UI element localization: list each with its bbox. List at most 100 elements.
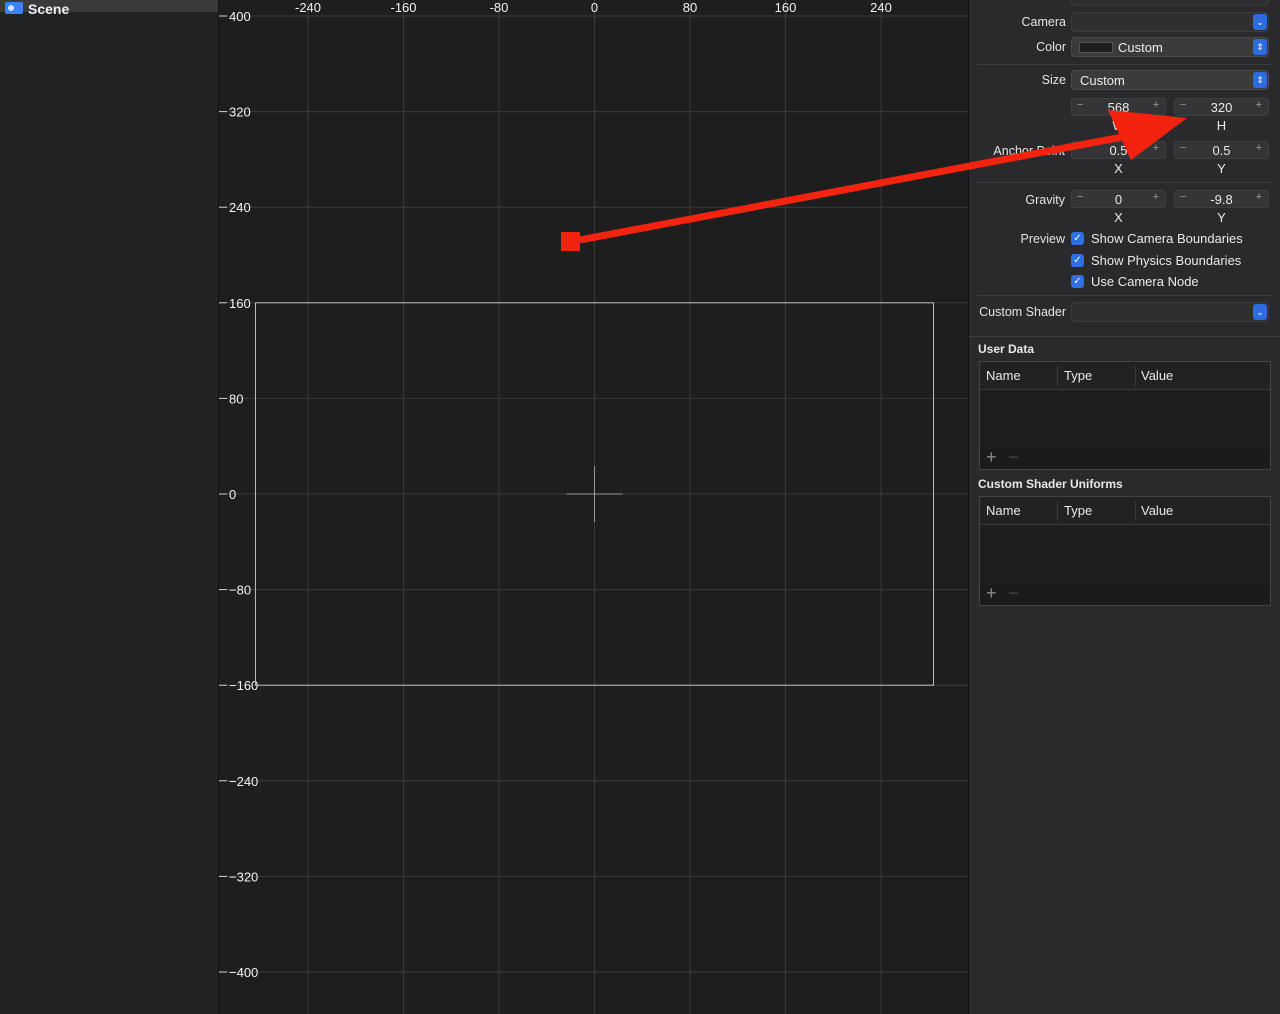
increment-button[interactable]: + [1256, 191, 1262, 203]
table-header: Name Type Value [980, 497, 1270, 525]
y-tick-label: −400 [229, 965, 258, 980]
size-row: Size Custom ⇕ [969, 70, 1280, 92]
anchor-y-stepper[interactable]: − 0.5 + [1174, 141, 1269, 159]
camera-popup[interactable]: ⌄ [1071, 12, 1269, 32]
size-height-value[interactable]: 320 [1175, 100, 1268, 115]
column-header-value[interactable]: Value [1141, 503, 1173, 518]
divider [977, 182, 1273, 183]
scene-editor-canvas[interactable]: -240 -160 -80 0 80 160 240 400 320 240 160 80 0 −80 −1… [219, 0, 968, 1014]
size-width-stepper[interactable]: − 568 + [1071, 98, 1166, 116]
column-header-type[interactable]: Type [1064, 503, 1092, 518]
project-navigator: Scene [0, 0, 219, 1014]
y-tick-label: 320 [229, 105, 251, 120]
y-tick-label: 80 [229, 391, 243, 406]
add-icon[interactable]: + [986, 583, 997, 604]
increment-button[interactable]: + [1153, 142, 1159, 154]
anchor-x-caption: X [1114, 161, 1123, 176]
table-footer: + − [980, 447, 1270, 469]
gravity-x-stepper[interactable]: − 0 + [1071, 190, 1166, 208]
camera-row: Camera ⌄ [969, 12, 1280, 34]
size-popup[interactable]: Custom ⇕ [1071, 70, 1269, 90]
column-divider [1135, 501, 1136, 521]
updown-chevron-icon: ⇕ [1253, 72, 1267, 88]
divider [977, 64, 1273, 65]
y-tick-label: −160 [229, 678, 258, 693]
gravity-x-caption: X [1114, 210, 1123, 225]
x-tick-label: -80 [490, 0, 509, 15]
increment-button[interactable]: + [1153, 191, 1159, 203]
table-footer: + − [980, 583, 1270, 605]
user-data-table[interactable]: Name Type Value + − [979, 361, 1271, 470]
attributes-inspector: Camera ⌄ Color Custom ⇕ Size Custom ⇕ − … [968, 0, 1280, 1014]
color-popup[interactable]: Custom ⇕ [1071, 37, 1269, 57]
x-tick-label: -160 [390, 0, 416, 15]
remove-icon[interactable]: − [1008, 447, 1019, 468]
x-tick-label: 0 [591, 0, 598, 15]
size-value: Custom [1080, 73, 1125, 88]
updown-chevron-icon: ⇕ [1253, 39, 1267, 55]
user-data-title: User Data [978, 342, 1035, 356]
size-height-stepper[interactable]: − 320 + [1174, 98, 1269, 116]
y-tick-label: −240 [229, 774, 258, 789]
y-tick-label: 400 [229, 9, 251, 24]
x-tick-label: 160 [775, 0, 797, 15]
increment-button[interactable]: + [1256, 142, 1262, 154]
anchor-point-label: Anchor Point [993, 144, 1065, 158]
anchor-y-value[interactable]: 0.5 [1175, 143, 1268, 158]
anchor-x-value[interactable]: 0.5 [1072, 143, 1165, 158]
column-header-value[interactable]: Value [1141, 368, 1173, 383]
show-camera-boundaries-label[interactable]: Show Camera Boundaries [1091, 231, 1243, 246]
remove-icon[interactable]: − [1008, 583, 1019, 604]
navigator-scene-label: Scene [28, 1, 70, 17]
divider [977, 295, 1273, 296]
anchor-y-caption: Y [1217, 161, 1226, 176]
add-icon[interactable]: + [986, 447, 997, 468]
top-partial-popup[interactable] [1071, 0, 1269, 6]
color-value: Custom [1118, 40, 1163, 55]
table-header: Name Type Value [980, 362, 1270, 390]
anchor-x-stepper[interactable]: − 0.5 + [1071, 141, 1166, 159]
y-tick-label: −80 [229, 583, 251, 598]
gravity-y-caption: Y [1217, 210, 1226, 225]
shader-uniforms-title: Custom Shader Uniforms [978, 477, 1123, 491]
increment-button[interactable]: + [1153, 99, 1159, 111]
custom-shader-row: Custom Shader ⌄ [969, 302, 1280, 324]
size-width-value[interactable]: 568 [1072, 100, 1165, 115]
divider [969, 336, 1280, 337]
x-tick-label: 240 [870, 0, 892, 15]
custom-shader-popup[interactable]: ⌄ [1071, 302, 1269, 322]
checkbox-checked-icon[interactable]: ✓ [1071, 254, 1084, 267]
y-tick-label: 160 [229, 296, 251, 311]
gravity-y-value[interactable]: -9.8 [1175, 192, 1268, 207]
scene-grid: -240 -160 -80 0 80 160 240 400 320 240 160 80 0 −80 −1… [219, 0, 968, 1014]
column-header-name[interactable]: Name [986, 368, 1021, 383]
checkbox-checked-icon[interactable]: ✓ [1071, 232, 1084, 245]
show-physics-boundaries-label[interactable]: Show Physics Boundaries [1091, 253, 1241, 268]
size-label: Size [1041, 73, 1066, 87]
gravity-y-stepper[interactable]: − -9.8 + [1174, 190, 1269, 208]
column-divider [1135, 366, 1136, 386]
checkbox-checked-icon[interactable]: ✓ [1071, 275, 1084, 288]
chevron-down-icon: ⌄ [1253, 14, 1267, 30]
height-caption: H [1216, 118, 1227, 133]
column-header-name[interactable]: Name [986, 503, 1021, 518]
use-camera-node-label[interactable]: Use Camera Node [1091, 274, 1199, 289]
y-tick-label: −320 [229, 869, 258, 884]
gravity-label: Gravity [1025, 193, 1065, 207]
y-tick-label: 0 [229, 487, 236, 502]
navigator-item-scene[interactable]: Scene [0, 0, 218, 17]
column-divider [1057, 366, 1058, 386]
preview-label: Preview [1020, 232, 1065, 246]
color-swatch [1079, 42, 1113, 53]
column-divider [1057, 501, 1058, 521]
x-tick-label: 80 [683, 0, 697, 15]
camera-label: Camera [1021, 15, 1066, 29]
chevron-down-icon: ⌄ [1253, 304, 1267, 320]
scene-icon [5, 2, 23, 14]
gravity-x-value[interactable]: 0 [1072, 192, 1165, 207]
shader-uniforms-table[interactable]: Name Type Value + − [979, 496, 1271, 606]
color-label: Color [1036, 40, 1066, 54]
width-caption: W [1112, 118, 1125, 133]
increment-button[interactable]: + [1256, 99, 1262, 111]
column-header-type[interactable]: Type [1064, 368, 1092, 383]
